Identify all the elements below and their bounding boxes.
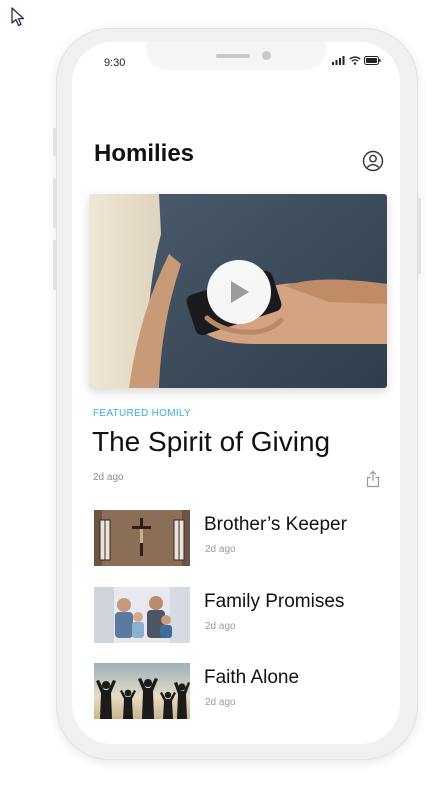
list-item-thumbnail	[94, 510, 190, 566]
side-button-volume-up	[53, 178, 56, 228]
side-button-volume-down	[53, 240, 56, 290]
list-item[interactable]: Family Promises 2d ago	[94, 587, 384, 645]
list-item[interactable]: Faith Alone 2d ago	[94, 663, 384, 721]
list-item-title: Family Promises	[204, 591, 345, 612]
list-item-title: Brother’s Keeper	[204, 514, 347, 535]
play-icon	[231, 281, 249, 303]
status-icons	[332, 56, 381, 65]
front-camera	[262, 51, 271, 60]
wifi-icon	[349, 56, 361, 65]
profile-icon[interactable]	[362, 150, 384, 172]
list-item-thumbnail	[94, 663, 190, 719]
play-button[interactable]	[207, 260, 271, 324]
featured-title[interactable]: The Spirit of Giving	[92, 426, 330, 458]
list-item-age: 2d ago	[205, 544, 236, 555]
signal-icon	[332, 56, 345, 65]
page-title: Homilies	[94, 140, 195, 167]
list-item[interactable]: Brother’s Keeper 2d ago	[94, 510, 384, 568]
status-time: 9:30	[104, 57, 126, 69]
list-item-thumbnail	[94, 587, 190, 643]
featured-age: 2d ago	[93, 472, 124, 483]
app-screen: 9:30 Homilies FEATURED HOMILY The Spirit…	[72, 42, 400, 744]
list-item-age: 2d ago	[205, 621, 236, 632]
phone-frame: 9:30 Homilies FEATURED HOMILY The Spirit…	[53, 28, 421, 760]
share-icon[interactable]	[366, 470, 380, 488]
crucifix-photo	[94, 510, 190, 566]
family-photo	[94, 587, 190, 643]
battery-icon	[364, 56, 381, 65]
phone-notch	[146, 42, 326, 70]
side-button-mute	[53, 128, 56, 156]
speaker-grille	[216, 54, 250, 58]
side-button-power	[418, 198, 421, 274]
featured-label: FEATURED HOMILY	[93, 408, 192, 419]
mouse-cursor-icon	[11, 7, 25, 27]
list-item-age: 2d ago	[205, 697, 236, 708]
list-item-title: Faith Alone	[204, 667, 300, 688]
silhouettes-photo	[94, 663, 190, 719]
featured-video-thumbnail[interactable]	[89, 194, 387, 388]
